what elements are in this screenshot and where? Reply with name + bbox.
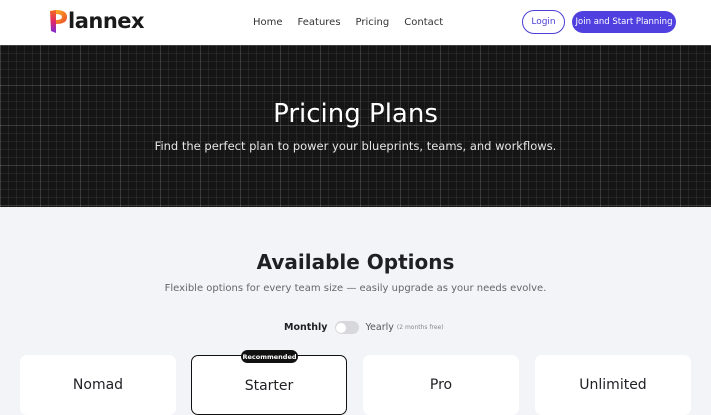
- brand-name: lannex: [68, 9, 145, 33]
- nav-pricing[interactable]: Pricing: [356, 17, 390, 28]
- plan-card-nomad[interactable]: Nomad: [20, 355, 176, 415]
- billing-yearly-label[interactable]: Yearly: [366, 322, 394, 333]
- nav-features[interactable]: Features: [298, 17, 341, 28]
- plan-name: Starter: [244, 378, 294, 394]
- site-header: lannex Home Features Pricing Contact Log…: [0, 0, 711, 45]
- nav-contact[interactable]: Contact: [404, 17, 443, 28]
- plan-name: Unlimited: [579, 377, 647, 393]
- plan-card-unlimited[interactable]: Unlimited: [535, 355, 691, 415]
- billing-toggle-group: Monthly Yearly (2 months free): [284, 321, 444, 334]
- logo-mark-icon: [50, 10, 67, 33]
- brand-logo[interactable]: lannex: [48, 8, 145, 35]
- plan-card-pro[interactable]: Pro: [363, 355, 519, 415]
- options-subtitle: Flexible options for every team size — e…: [164, 283, 547, 294]
- recommended-badge: Recommended: [241, 350, 298, 363]
- billing-yearly-note: (2 months free): [396, 324, 444, 331]
- nav-home[interactable]: Home: [253, 17, 283, 28]
- hero-section: Pricing Plans Find the perfect plan to p…: [0, 45, 711, 207]
- join-button[interactable]: Join and Start Planning: [572, 11, 676, 33]
- toggle-knob: [336, 322, 346, 333]
- main-nav: Home Features Pricing Contact: [253, 0, 458, 45]
- plan-card-starter[interactable]: Starter: [191, 355, 347, 415]
- options-title: Available Options: [256, 250, 455, 274]
- hero-subtitle: Find the perfect plan to power your blue…: [154, 139, 557, 153]
- plan-name: Pro: [429, 377, 453, 393]
- hero-title: Pricing Plans: [273, 99, 438, 129]
- login-button[interactable]: Login: [522, 10, 565, 34]
- plan-name: Nomad: [72, 377, 124, 393]
- billing-toggle[interactable]: [334, 321, 359, 334]
- billing-monthly-label[interactable]: Monthly: [284, 322, 328, 333]
